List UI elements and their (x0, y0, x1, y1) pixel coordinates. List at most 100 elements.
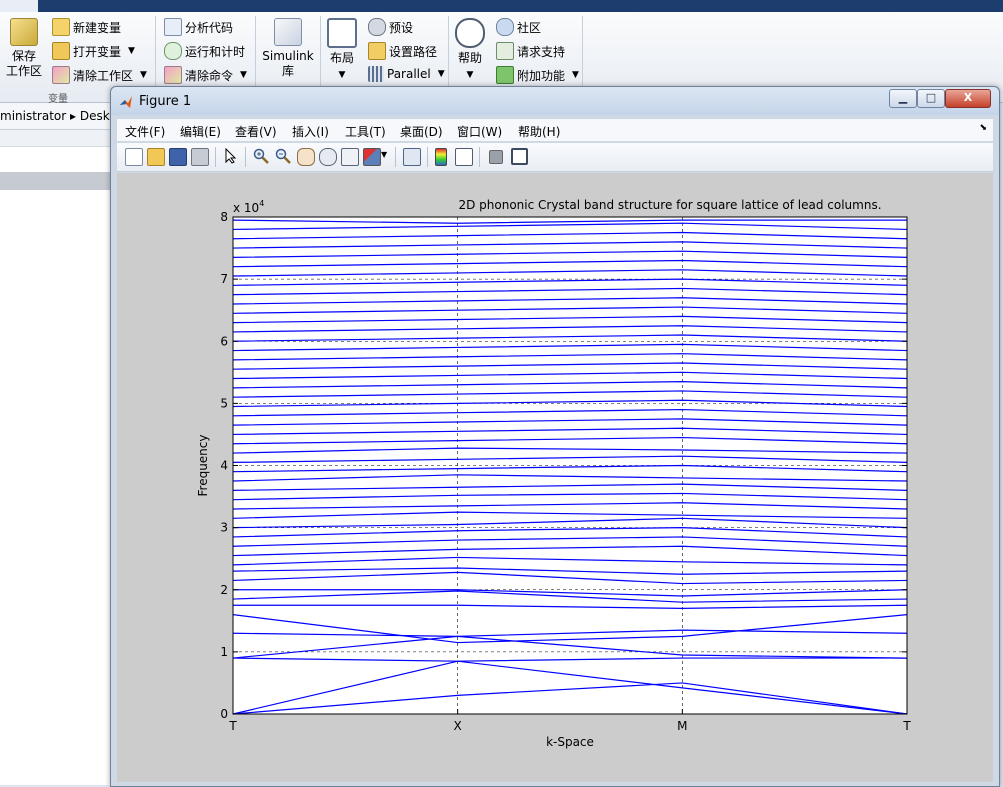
toolbar-divider (395, 147, 396, 167)
request-support-label: 请求支持 (517, 44, 566, 59)
figure-canvas: 2D phononic Crystal band structure for s… (117, 173, 993, 782)
hide-plot-tools-icon[interactable] (489, 150, 503, 164)
menu-file[interactable]: 文件(F) (125, 123, 165, 140)
chevron-down-icon[interactable]: ▼ (339, 70, 346, 80)
menu-view[interactable]: 查看(V) (235, 123, 277, 140)
link-plot-icon[interactable] (403, 148, 421, 166)
show-plot-tools-icon[interactable] (511, 148, 528, 165)
analyze-code-icon (164, 18, 182, 36)
figure-title: Figure 1 (139, 94, 192, 109)
community-icon (496, 18, 514, 36)
simulink-icon (274, 18, 302, 46)
clear-workspace-label: 清除工作区 (73, 68, 134, 83)
preferences-label: 预设 (389, 20, 414, 35)
clear-commands-icon (164, 66, 182, 84)
open-file-icon[interactable] (147, 148, 165, 166)
y-tick-label: 2 (220, 583, 228, 597)
run-and-time-label: 运行和计时 (185, 44, 246, 59)
matlab-logo-icon (120, 96, 132, 108)
new-variable-button[interactable]: 新建变量 (52, 18, 121, 36)
open-variable-icon (52, 42, 70, 60)
open-variable-button[interactable]: 打开变量 ▼ (52, 42, 135, 60)
addons-button[interactable]: 附加功能 ▼ (496, 66, 579, 84)
y-tick-label: 4 (220, 459, 228, 473)
menu-desktop[interactable]: 桌面(D) (400, 123, 443, 140)
addons-label: 附加功能 (517, 68, 566, 83)
chevron-down-icon[interactable]: ▼ (128, 46, 135, 56)
clear-workspace-icon (52, 66, 70, 84)
close-icon: X (963, 91, 973, 104)
community-button[interactable]: 社区 (496, 18, 541, 36)
new-figure-icon[interactable] (125, 148, 143, 166)
colorbar-icon[interactable] (435, 148, 447, 166)
parallel-label: Parallel (387, 67, 431, 81)
menu-tools[interactable]: 工具(T) (345, 123, 386, 140)
layout-button[interactable]: 布局 ▼ (326, 18, 358, 83)
menu-dock-arrow-icon[interactable]: ⬊ (979, 123, 987, 133)
chevron-down-icon[interactable]: ▼ (467, 70, 474, 80)
clear-commands-button[interactable]: 清除命令 ▼ (164, 66, 247, 84)
exponent-base: x 10 (233, 201, 259, 215)
ribbon-divider (255, 16, 256, 96)
close-button[interactable]: X (945, 89, 991, 108)
minimize-button[interactable]: ▁ (889, 89, 917, 108)
current-folder-pane (0, 130, 112, 785)
y-tick-label: 5 (220, 396, 228, 410)
save-icon[interactable] (169, 148, 187, 166)
legend-icon[interactable] (455, 148, 473, 166)
zoom-in-icon[interactable] (253, 148, 269, 164)
folder-icon (368, 42, 386, 60)
simulink-library-button[interactable]: Simulink 库 (262, 18, 314, 79)
chevron-down-icon[interactable]: ▼ (572, 70, 579, 80)
menu-window[interactable]: 窗口(W) (457, 123, 502, 140)
clear-commands-label: 清除命令 (185, 68, 234, 83)
parallel-button[interactable]: Parallel ▼ (368, 66, 445, 82)
ribbon-divider (448, 16, 449, 96)
home-tab[interactable] (0, 0, 38, 12)
toolbar-divider (215, 147, 216, 167)
x-axis-label: k-Space (546, 735, 594, 749)
rotate-3d-icon[interactable] (319, 148, 337, 166)
menu-edit[interactable]: 编辑(E) (180, 123, 221, 140)
save-workspace-icon (10, 18, 38, 46)
y-tick-label: 3 (220, 521, 228, 535)
chevron-down-icon[interactable]: ▼ (438, 69, 445, 79)
chevron-down-icon[interactable]: ▼ (240, 70, 247, 80)
layout-label: 布局 (329, 51, 354, 65)
print-icon[interactable] (191, 148, 209, 166)
layout-icon (327, 18, 357, 48)
x-tick-label: M (677, 719, 687, 733)
exponent-power: 4 (259, 199, 264, 208)
x-tick-label: X (454, 719, 462, 733)
y-tick-label: 1 (220, 645, 228, 659)
zoom-out-icon[interactable] (275, 148, 291, 164)
select-arrow-icon[interactable] (223, 148, 239, 164)
toolbar-divider (479, 147, 480, 167)
run-and-time-button[interactable]: 运行和计时 (164, 42, 245, 60)
ribbon-divider (320, 16, 321, 96)
menu-insert[interactable]: 插入(I) (292, 123, 329, 140)
data-cursor-icon[interactable] (341, 148, 359, 166)
brush-icon[interactable] (363, 148, 381, 166)
toolbar-divider (427, 147, 428, 167)
figure-title-bar[interactable]: Figure 1 ▁ □ X (111, 87, 999, 115)
help-label: 帮助 (457, 51, 482, 65)
preferences-button[interactable]: 预设 (368, 18, 413, 36)
set-path-button[interactable]: 设置路径 (368, 42, 437, 60)
ribbon-divider (155, 16, 156, 96)
current-folder-path[interactable]: ministrator ▸ Desk (0, 103, 112, 130)
path-text: ministrator ▸ Desk (0, 109, 110, 123)
pan-hand-icon[interactable] (297, 148, 315, 166)
help-button[interactable]: 帮助 ▼ (454, 18, 486, 83)
request-support-button[interactable]: 请求支持 (496, 42, 565, 60)
maximize-button[interactable]: □ (917, 89, 945, 108)
clear-workspace-button[interactable]: 清除工作区 ▼ (52, 66, 147, 84)
x-tick-label: T (902, 719, 911, 733)
set-path-label: 设置路径 (389, 44, 438, 59)
analyze-code-button[interactable]: 分析代码 (164, 18, 233, 36)
chevron-down-icon[interactable]: ▼ (140, 70, 147, 80)
save-workspace-button[interactable]: 保存 工作区 (6, 18, 42, 79)
chevron-down-icon[interactable]: ▼ (381, 150, 387, 159)
menu-help[interactable]: 帮助(H) (518, 123, 560, 140)
new-variable-icon (52, 18, 70, 36)
